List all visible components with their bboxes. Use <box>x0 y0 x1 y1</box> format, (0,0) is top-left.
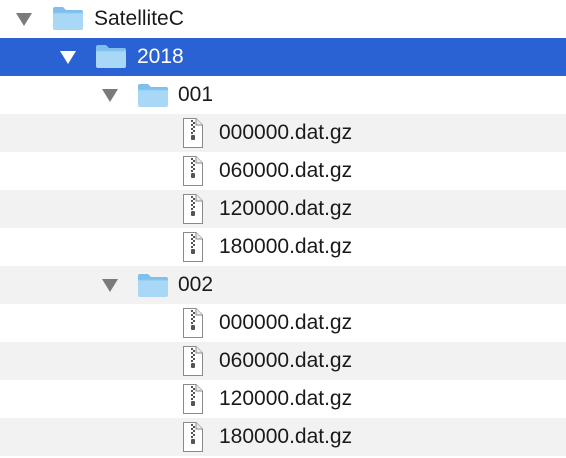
folder-icon <box>52 5 84 31</box>
disclosure-triangle-icon[interactable] <box>59 49 77 65</box>
folder-label: SatelliteC <box>94 7 184 30</box>
zip-file-icon <box>182 193 204 225</box>
zip-file-icon <box>182 155 204 187</box>
zip-file-icon <box>182 117 204 149</box>
tree-row-root[interactable]: SatelliteC <box>0 0 566 38</box>
zip-file-icon <box>182 383 204 415</box>
file-label: 000000.dat.gz <box>219 121 353 144</box>
zip-file-icon <box>182 421 204 453</box>
tree-row-year[interactable]: 2018 <box>0 38 566 76</box>
tree-row-file[interactable]: 180000.dat.gz <box>0 418 566 456</box>
tree-row-folder[interactable]: 002 <box>0 266 566 304</box>
file-label: 180000.dat.gz <box>219 425 353 448</box>
tree-row-file[interactable]: 000000.dat.gz <box>0 304 566 342</box>
disclosure-triangle-icon[interactable] <box>101 87 119 103</box>
disclosure-triangle-icon[interactable] <box>101 277 119 293</box>
tree-row-folder[interactable]: 001 <box>0 76 566 114</box>
file-label: 120000.dat.gz <box>219 387 353 410</box>
tree-row-file[interactable]: 060000.dat.gz <box>0 342 566 380</box>
tree-row-file[interactable]: 120000.dat.gz <box>0 380 566 418</box>
file-label: 180000.dat.gz <box>219 235 353 258</box>
folder-label: 002 <box>178 273 214 296</box>
zip-file-icon <box>182 345 204 377</box>
disclosure-triangle-icon[interactable] <box>15 11 33 27</box>
folder-icon <box>137 82 169 108</box>
zip-file-icon <box>182 231 204 263</box>
file-label: 060000.dat.gz <box>219 159 353 182</box>
tree-row-file[interactable]: 000000.dat.gz <box>0 114 566 152</box>
tree-row-file[interactable]: 060000.dat.gz <box>0 152 566 190</box>
file-label: 120000.dat.gz <box>219 197 353 220</box>
file-tree: SatelliteC 2018 001 000000.dat.gz 060000… <box>0 0 566 458</box>
zip-file-icon <box>182 307 204 339</box>
file-label: 060000.dat.gz <box>219 349 353 372</box>
folder-label: 001 <box>178 83 214 106</box>
folder-icon <box>95 43 127 69</box>
tree-row-file[interactable]: 120000.dat.gz <box>0 190 566 228</box>
tree-row-file[interactable]: 180000.dat.gz <box>0 228 566 266</box>
folder-icon <box>137 272 169 298</box>
file-label: 000000.dat.gz <box>219 311 353 334</box>
folder-label: 2018 <box>137 45 184 68</box>
